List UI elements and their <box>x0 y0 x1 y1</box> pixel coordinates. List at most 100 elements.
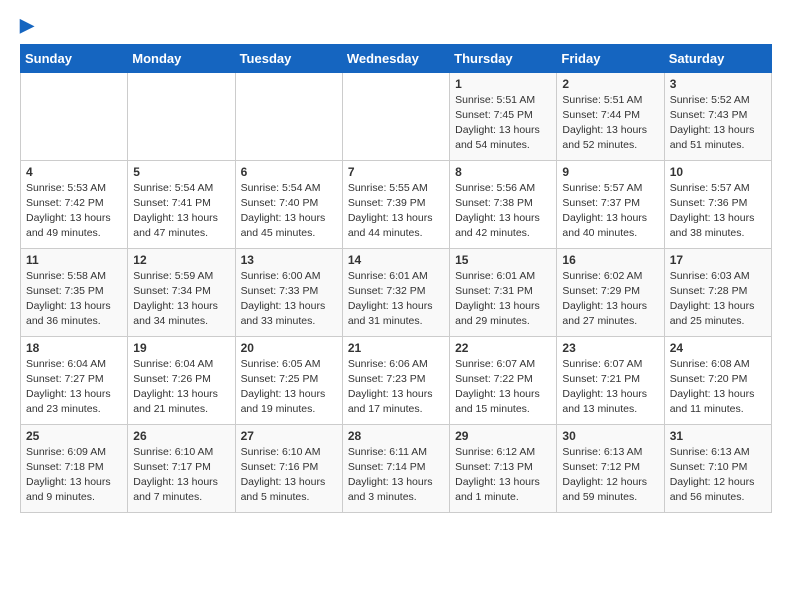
header-cell-saturday: Saturday <box>664 44 771 72</box>
day-number: 22 <box>455 341 551 355</box>
day-number: 9 <box>562 165 658 179</box>
day-cell: 1 Sunrise: 5:51 AM Sunset: 7:45 PM Daylig… <box>450 72 557 160</box>
day-number: 20 <box>241 341 337 355</box>
logo-text: ▶ <box>20 16 34 36</box>
day-number: 4 <box>26 165 122 179</box>
day-info: Sunrise: 6:06 AM Sunset: 7:23 PM Dayligh… <box>348 357 444 418</box>
day-cell: 21 Sunrise: 6:06 AM Sunset: 7:23 PM Dayli… <box>342 336 449 424</box>
calendar-header: SundayMondayTuesdayWednesdayThursdayFrid… <box>21 44 772 72</box>
day-info: Sunrise: 6:13 AM Sunset: 7:10 PM Dayligh… <box>670 445 766 506</box>
day-number: 13 <box>241 253 337 267</box>
logo-bird-shape: ▶ <box>20 15 34 35</box>
day-info: Sunrise: 6:09 AM Sunset: 7:18 PM Dayligh… <box>26 445 122 506</box>
day-cell <box>128 72 235 160</box>
day-info: Sunrise: 5:54 AM Sunset: 7:41 PM Dayligh… <box>133 181 229 242</box>
day-info: Sunrise: 6:04 AM Sunset: 7:26 PM Dayligh… <box>133 357 229 418</box>
day-number: 24 <box>670 341 766 355</box>
day-cell: 23 Sunrise: 6:07 AM Sunset: 7:21 PM Dayli… <box>557 336 664 424</box>
day-number: 14 <box>348 253 444 267</box>
day-cell: 16Sunrise: 6:02 AM Sunset: 7:29 PM Dayli… <box>557 248 664 336</box>
day-number: 26 <box>133 429 229 443</box>
day-info: Sunrise: 5:57 AM Sunset: 7:36 PM Dayligh… <box>670 181 766 242</box>
day-number: 27 <box>241 429 337 443</box>
day-cell: 9Sunrise: 5:57 AM Sunset: 7:37 PM Daylig… <box>557 160 664 248</box>
day-cell: 8 Sunrise: 5:56 AM Sunset: 7:38 PM Daylig… <box>450 160 557 248</box>
day-info: Sunrise: 6:10 AM Sunset: 7:17 PM Dayligh… <box>133 445 229 506</box>
day-info: Sunrise: 5:52 AM Sunset: 7:43 PM Dayligh… <box>670 93 766 154</box>
day-cell: 11Sunrise: 5:58 AM Sunset: 7:35 PM Dayli… <box>21 248 128 336</box>
day-info: Sunrise: 6:01 AM Sunset: 7:32 PM Dayligh… <box>348 269 444 330</box>
day-number: 29 <box>455 429 551 443</box>
header-cell-tuesday: Tuesday <box>235 44 342 72</box>
day-info: Sunrise: 5:58 AM Sunset: 7:35 PM Dayligh… <box>26 269 122 330</box>
header-cell-sunday: Sunday <box>21 44 128 72</box>
day-info: Sunrise: 5:51 AM Sunset: 7:45 PM Dayligh… <box>455 93 551 154</box>
day-info: Sunrise: 6:02 AM Sunset: 7:29 PM Dayligh… <box>562 269 658 330</box>
header-cell-thursday: Thursday <box>450 44 557 72</box>
day-info: Sunrise: 6:12 AM Sunset: 7:13 PM Dayligh… <box>455 445 551 506</box>
day-info: Sunrise: 6:07 AM Sunset: 7:22 PM Dayligh… <box>455 357 551 418</box>
day-info: Sunrise: 5:54 AM Sunset: 7:40 PM Dayligh… <box>241 181 337 242</box>
day-cell: 31 Sunrise: 6:13 AM Sunset: 7:10 PM Dayli… <box>664 424 771 512</box>
day-number: 12 <box>133 253 229 267</box>
week-row-5: 25 Sunrise: 6:09 AM Sunset: 7:18 PM Dayli… <box>21 424 772 512</box>
day-cell: 24Sunrise: 6:08 AM Sunset: 7:20 PM Dayli… <box>664 336 771 424</box>
day-cell: 10 Sunrise: 5:57 AM Sunset: 7:36 PM Dayli… <box>664 160 771 248</box>
day-number: 17 <box>670 253 766 267</box>
header-cell-monday: Monday <box>128 44 235 72</box>
day-cell: 18Sunrise: 6:04 AM Sunset: 7:27 PM Dayli… <box>21 336 128 424</box>
day-cell: 5 Sunrise: 5:54 AM Sunset: 7:41 PM Daylig… <box>128 160 235 248</box>
day-number: 8 <box>455 165 551 179</box>
day-cell: 6 Sunrise: 5:54 AM Sunset: 7:40 PM Daylig… <box>235 160 342 248</box>
day-number: 5 <box>133 165 229 179</box>
day-number: 21 <box>348 341 444 355</box>
calendar-table: SundayMondayTuesdayWednesdayThursdayFrid… <box>20 44 772 513</box>
day-number: 7 <box>348 165 444 179</box>
day-cell: 3 Sunrise: 5:52 AM Sunset: 7:43 PM Daylig… <box>664 72 771 160</box>
day-number: 10 <box>670 165 766 179</box>
logo: ▶ <box>20 16 34 36</box>
day-number: 31 <box>670 429 766 443</box>
day-info: Sunrise: 5:51 AM Sunset: 7:44 PM Dayligh… <box>562 93 658 154</box>
page: ▶ SundayMondayTuesdayWednesdayThursdayFr… <box>0 0 792 523</box>
day-cell: 14 Sunrise: 6:01 AM Sunset: 7:32 PM Dayli… <box>342 248 449 336</box>
day-cell: 20Sunrise: 6:05 AM Sunset: 7:25 PM Dayli… <box>235 336 342 424</box>
day-info: Sunrise: 6:00 AM Sunset: 7:33 PM Dayligh… <box>241 269 337 330</box>
day-info: Sunrise: 6:11 AM Sunset: 7:14 PM Dayligh… <box>348 445 444 506</box>
week-row-1: 1 Sunrise: 5:51 AM Sunset: 7:45 PM Daylig… <box>21 72 772 160</box>
day-number: 28 <box>348 429 444 443</box>
day-number: 23 <box>562 341 658 355</box>
day-info: Sunrise: 5:59 AM Sunset: 7:34 PM Dayligh… <box>133 269 229 330</box>
day-info: Sunrise: 6:07 AM Sunset: 7:21 PM Dayligh… <box>562 357 658 418</box>
header-cell-friday: Friday <box>557 44 664 72</box>
day-cell: 27 Sunrise: 6:10 AM Sunset: 7:16 PM Dayli… <box>235 424 342 512</box>
day-cell <box>235 72 342 160</box>
day-info: Sunrise: 6:13 AM Sunset: 7:12 PM Dayligh… <box>562 445 658 506</box>
day-cell: 4 Sunrise: 5:53 AM Sunset: 7:42 PM Daylig… <box>21 160 128 248</box>
day-cell: 22 Sunrise: 6:07 AM Sunset: 7:22 PM Dayli… <box>450 336 557 424</box>
day-cell: 13 Sunrise: 6:00 AM Sunset: 7:33 PM Dayli… <box>235 248 342 336</box>
day-cell: 28 Sunrise: 6:11 AM Sunset: 7:14 PM Dayli… <box>342 424 449 512</box>
day-cell: 30Sunrise: 6:13 AM Sunset: 7:12 PM Dayli… <box>557 424 664 512</box>
day-number: 15 <box>455 253 551 267</box>
day-cell: 19 Sunrise: 6:04 AM Sunset: 7:26 PM Dayli… <box>128 336 235 424</box>
day-info: Sunrise: 6:10 AM Sunset: 7:16 PM Dayligh… <box>241 445 337 506</box>
day-number: 25 <box>26 429 122 443</box>
day-number: 1 <box>455 77 551 91</box>
day-info: Sunrise: 6:04 AM Sunset: 7:27 PM Dayligh… <box>26 357 122 418</box>
day-cell: 15Sunrise: 6:01 AM Sunset: 7:31 PM Dayli… <box>450 248 557 336</box>
day-info: Sunrise: 5:53 AM Sunset: 7:42 PM Dayligh… <box>26 181 122 242</box>
day-cell <box>342 72 449 160</box>
week-row-3: 11Sunrise: 5:58 AM Sunset: 7:35 PM Dayli… <box>21 248 772 336</box>
day-cell <box>21 72 128 160</box>
day-cell: 7Sunrise: 5:55 AM Sunset: 7:39 PM Daylig… <box>342 160 449 248</box>
day-cell: 29 Sunrise: 6:12 AM Sunset: 7:13 PM Dayli… <box>450 424 557 512</box>
day-info: Sunrise: 5:56 AM Sunset: 7:38 PM Dayligh… <box>455 181 551 242</box>
day-number: 3 <box>670 77 766 91</box>
week-row-4: 18Sunrise: 6:04 AM Sunset: 7:27 PM Dayli… <box>21 336 772 424</box>
day-number: 19 <box>133 341 229 355</box>
header-row: SundayMondayTuesdayWednesdayThursdayFrid… <box>21 44 772 72</box>
day-number: 6 <box>241 165 337 179</box>
day-cell: 25 Sunrise: 6:09 AM Sunset: 7:18 PM Dayli… <box>21 424 128 512</box>
header-cell-wednesday: Wednesday <box>342 44 449 72</box>
